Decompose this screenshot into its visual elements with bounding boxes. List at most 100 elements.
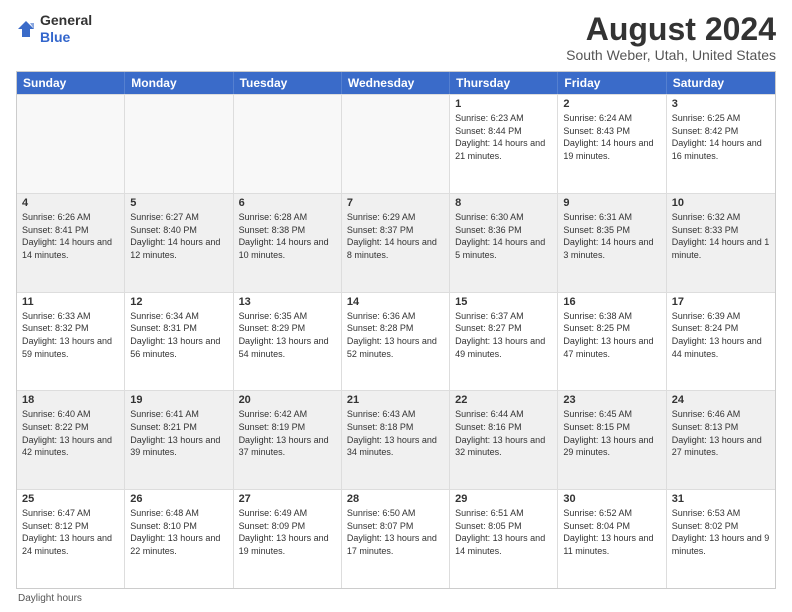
- logo-general-text: General: [40, 12, 92, 28]
- calendar-cell: 28 Sunrise: 6:50 AM Sunset: 8:07 PM Dayli…: [342, 490, 450, 588]
- calendar-cell: 12 Sunrise: 6:34 AM Sunset: 8:31 PM Dayli…: [125, 293, 233, 391]
- day-info: Sunrise: 6:52 AM Sunset: 8:04 PM Dayligh…: [563, 507, 660, 557]
- calendar-header: SundayMondayTuesdayWednesdayThursdayFrid…: [17, 72, 775, 94]
- main-title: August 2024: [566, 12, 776, 47]
- day-info: Sunrise: 6:36 AM Sunset: 8:28 PM Dayligh…: [347, 310, 444, 360]
- calendar-cell: 5Sunrise: 6:27 AM Sunset: 8:40 PM Daylig…: [125, 194, 233, 292]
- day-number: 6: [239, 197, 336, 209]
- calendar-cell: 31Sunrise: 6:53 AM Sunset: 8:02 PM Dayli…: [667, 490, 775, 588]
- day-number: 24: [672, 394, 770, 406]
- calendar-cell: 24 Sunrise: 6:46 AM Sunset: 8:13 PM Dayli…: [667, 391, 775, 489]
- calendar-cell: 16Sunrise: 6:38 AM Sunset: 8:25 PM Dayli…: [558, 293, 666, 391]
- logo: General Blue: [16, 12, 92, 46]
- calendar-cell: 1Sunrise: 6:23 AM Sunset: 8:44 PM Daylig…: [450, 95, 558, 193]
- calendar-cell: 11Sunrise: 6:33 AM Sunset: 8:32 PM Dayli…: [17, 293, 125, 391]
- calendar-cell: 20Sunrise: 6:42 AM Sunset: 8:19 PM Dayli…: [234, 391, 342, 489]
- day-number: 26: [130, 493, 227, 505]
- calendar-cell: 3 Sunrise: 6:25 AM Sunset: 8:42 PM Daylig…: [667, 95, 775, 193]
- day-info: Sunrise: 6:30 AM Sunset: 8:36 PM Dayligh…: [455, 211, 552, 261]
- calendar-cell: 13 Sunrise: 6:35 AM Sunset: 8:29 PM Dayli…: [234, 293, 342, 391]
- calendar-row: 18 Sunrise: 6:40 AM Sunset: 8:22 PM Dayli…: [17, 390, 775, 489]
- day-number: 17: [672, 296, 770, 308]
- day-number: 29: [455, 493, 552, 505]
- logo-icon: [16, 19, 36, 39]
- day-info: Sunrise: 6:34 AM Sunset: 8:31 PM Dayligh…: [130, 310, 227, 360]
- day-number: 23: [563, 394, 660, 406]
- day-info: Sunrise: 6:47 AM Sunset: 8:12 PM Dayligh…: [22, 507, 119, 557]
- day-number: 30: [563, 493, 660, 505]
- day-number: 12: [130, 296, 227, 308]
- day-info: Sunrise: 6:48 AM Sunset: 8:10 PM Dayligh…: [130, 507, 227, 557]
- logo-text: General Blue: [40, 12, 92, 46]
- day-number: 14: [347, 296, 444, 308]
- calendar-row: 1Sunrise: 6:23 AM Sunset: 8:44 PM Daylig…: [17, 94, 775, 193]
- day-info: Sunrise: 6:42 AM Sunset: 8:19 PM Dayligh…: [239, 408, 336, 458]
- calendar-cell: 29 Sunrise: 6:51 AM Sunset: 8:05 PM Dayli…: [450, 490, 558, 588]
- calendar-header-cell: Thursday: [450, 72, 558, 94]
- day-info: Sunrise: 6:43 AM Sunset: 8:18 PM Dayligh…: [347, 408, 444, 458]
- calendar-cell: 18 Sunrise: 6:40 AM Sunset: 8:22 PM Dayli…: [17, 391, 125, 489]
- day-number: 3: [672, 98, 770, 110]
- day-info: Sunrise: 6:35 AM Sunset: 8:29 PM Dayligh…: [239, 310, 336, 360]
- calendar-cell: 7 Sunrise: 6:29 AM Sunset: 8:37 PM Daylig…: [342, 194, 450, 292]
- calendar-row: 4Sunrise: 6:26 AM Sunset: 8:41 PM Daylig…: [17, 193, 775, 292]
- calendar-cell: 23Sunrise: 6:45 AM Sunset: 8:15 PM Dayli…: [558, 391, 666, 489]
- calendar-cell: [125, 95, 233, 193]
- day-info: Sunrise: 6:40 AM Sunset: 8:22 PM Dayligh…: [22, 408, 119, 458]
- day-info: Sunrise: 6:49 AM Sunset: 8:09 PM Dayligh…: [239, 507, 336, 557]
- day-number: 7: [347, 197, 444, 209]
- title-block: August 2024 South Weber, Utah, United St…: [566, 12, 776, 63]
- calendar-cell: 2Sunrise: 6:24 AM Sunset: 8:43 PM Daylig…: [558, 95, 666, 193]
- calendar-cell: 10 Sunrise: 6:32 AM Sunset: 8:33 PM Dayli…: [667, 194, 775, 292]
- footer-note: Daylight hours: [16, 593, 776, 604]
- header: General Blue August 2024 South Weber, Ut…: [16, 12, 776, 63]
- calendar-cell: 6 Sunrise: 6:28 AM Sunset: 8:38 PM Daylig…: [234, 194, 342, 292]
- calendar-cell: 30 Sunrise: 6:52 AM Sunset: 8:04 PM Dayli…: [558, 490, 666, 588]
- day-number: 5: [130, 197, 227, 209]
- day-number: 18: [22, 394, 119, 406]
- day-number: 9: [563, 197, 660, 209]
- day-info: Sunrise: 6:32 AM Sunset: 8:33 PM Dayligh…: [672, 211, 770, 261]
- calendar-cell: 15 Sunrise: 6:37 AM Sunset: 8:27 PM Dayli…: [450, 293, 558, 391]
- calendar-row: 11Sunrise: 6:33 AM Sunset: 8:32 PM Dayli…: [17, 292, 775, 391]
- logo-blue-text: Blue: [40, 29, 70, 45]
- calendar-header-cell: Monday: [125, 72, 233, 94]
- calendar-header-cell: Tuesday: [234, 72, 342, 94]
- day-info: Sunrise: 6:25 AM Sunset: 8:42 PM Dayligh…: [672, 112, 770, 162]
- day-info: Sunrise: 6:28 AM Sunset: 8:38 PM Dayligh…: [239, 211, 336, 261]
- calendar-row: 25 Sunrise: 6:47 AM Sunset: 8:12 PM Dayli…: [17, 489, 775, 588]
- day-number: 25: [22, 493, 119, 505]
- day-number: 1: [455, 98, 552, 110]
- day-info: Sunrise: 6:50 AM Sunset: 8:07 PM Dayligh…: [347, 507, 444, 557]
- day-info: Sunrise: 6:29 AM Sunset: 8:37 PM Dayligh…: [347, 211, 444, 261]
- day-number: 16: [563, 296, 660, 308]
- calendar-header-cell: Sunday: [17, 72, 125, 94]
- day-number: 13: [239, 296, 336, 308]
- calendar-header-cell: Saturday: [667, 72, 775, 94]
- calendar: SundayMondayTuesdayWednesdayThursdayFrid…: [16, 71, 776, 589]
- calendar-cell: [342, 95, 450, 193]
- day-number: 15: [455, 296, 552, 308]
- calendar-cell: 17 Sunrise: 6:39 AM Sunset: 8:24 PM Dayli…: [667, 293, 775, 391]
- day-number: 2: [563, 98, 660, 110]
- calendar-cell: 14 Sunrise: 6:36 AM Sunset: 8:28 PM Dayli…: [342, 293, 450, 391]
- day-info: Sunrise: 6:33 AM Sunset: 8:32 PM Dayligh…: [22, 310, 119, 360]
- day-number: 10: [672, 197, 770, 209]
- day-info: Sunrise: 6:37 AM Sunset: 8:27 PM Dayligh…: [455, 310, 552, 360]
- day-info: Sunrise: 6:31 AM Sunset: 8:35 PM Dayligh…: [563, 211, 660, 261]
- day-info: Sunrise: 6:39 AM Sunset: 8:24 PM Dayligh…: [672, 310, 770, 360]
- calendar-cell: [234, 95, 342, 193]
- calendar-cell: 26 Sunrise: 6:48 AM Sunset: 8:10 PM Dayli…: [125, 490, 233, 588]
- sub-title: South Weber, Utah, United States: [566, 47, 776, 63]
- calendar-cell: 27Sunrise: 6:49 AM Sunset: 8:09 PM Dayli…: [234, 490, 342, 588]
- day-info: Sunrise: 6:51 AM Sunset: 8:05 PM Dayligh…: [455, 507, 552, 557]
- calendar-cell: [17, 95, 125, 193]
- day-info: Sunrise: 6:44 AM Sunset: 8:16 PM Dayligh…: [455, 408, 552, 458]
- calendar-cell: 21Sunrise: 6:43 AM Sunset: 8:18 PM Dayli…: [342, 391, 450, 489]
- day-number: 19: [130, 394, 227, 406]
- calendar-cell: 25 Sunrise: 6:47 AM Sunset: 8:12 PM Dayli…: [17, 490, 125, 588]
- day-number: 28: [347, 493, 444, 505]
- calendar-header-cell: Wednesday: [342, 72, 450, 94]
- calendar-cell: 4Sunrise: 6:26 AM Sunset: 8:41 PM Daylig…: [17, 194, 125, 292]
- day-info: Sunrise: 6:46 AM Sunset: 8:13 PM Dayligh…: [672, 408, 770, 458]
